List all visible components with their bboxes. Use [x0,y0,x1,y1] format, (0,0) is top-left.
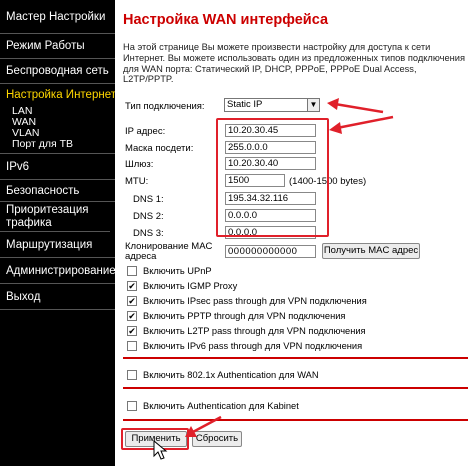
sidebar-item-security[interactable]: Безопасность [0,180,115,202]
annotation-arrow-icon [185,98,394,437]
main-panel: Настройка WAN интерфейса На этой страниц… [115,0,474,466]
sidebar-group-internet: Настройка Интернет LAN WAN VLAN Порт для… [0,84,116,154]
sidebar-subitem-tv-port[interactable]: Порт для ТВ [0,139,115,150]
sidebar-item-internet-settings[interactable]: Настройка Интернет [0,84,116,106]
sidebar-item-operation-mode[interactable]: Режим Работы [0,34,115,59]
sidebar-item-logout[interactable]: Выход [0,284,115,310]
sidebar-item-qos[interactable]: Приоритезация трафика [0,202,110,232]
sidebar-item-wireless[interactable]: Беспроводная сеть [0,59,115,84]
sidebar-item-administration[interactable]: Администрирование [0,258,116,284]
sidebar-item-routing[interactable]: Маршрутизация [0,232,115,258]
sidebar-item-ipv6[interactable]: IPv6 [0,154,115,180]
sidebar: Мастер Настройки Режим Работы Беспроводн… [0,0,116,466]
mouse-cursor-icon [153,439,168,460]
sidebar-item-setup-wizard[interactable]: Мастер Настройки [0,0,115,34]
